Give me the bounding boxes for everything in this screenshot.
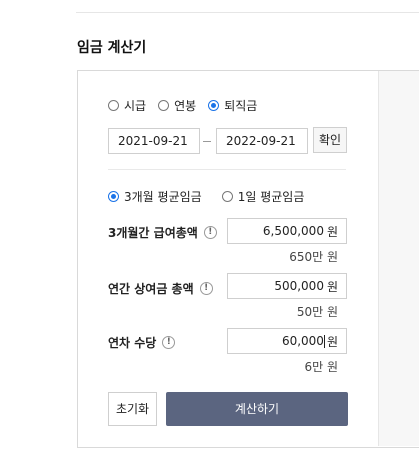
reset-button[interactable]: 초기화 [108,392,157,426]
page-title: 임금 계산기 [77,40,147,56]
calculate-button[interactable]: 계산하기 [166,392,348,426]
input-value: 60,000 [281,334,324,348]
currency-unit: 원 [326,224,338,239]
annual-bonus-converted: 50만 원 [296,305,338,319]
average-wage-radio-group: 3개월 평균임금 1일 평균임금 [108,188,316,205]
annual-bonus-label: 연간 상여금 총액 ! [108,280,213,297]
info-icon[interactable]: ! [162,336,176,349]
period-radio-group: 시급 연봉 퇴직금 [108,97,269,114]
date-range-separator [203,141,211,142]
field-label-text: 연차 수당 [108,336,157,350]
info-icon[interactable]: ! [203,226,217,239]
radio-button-selected[interactable] [208,100,220,111]
confirm-button[interactable]: 확인 [313,127,347,153]
radio-label: 3개월 평균임금 [124,190,202,204]
section-divider [108,169,346,170]
radio-label: 퇴직금 [224,99,258,113]
annual-bonus-input[interactable]: 500,000 원 [227,273,347,299]
radio-label: 시급 [124,99,147,113]
info-icon[interactable]: ! [199,282,213,295]
radio-three-month-average[interactable]: 3개월 평균임금 [108,188,202,205]
total-salary-input[interactable]: 6,500,000 원 [227,218,347,244]
text-cursor [323,334,325,348]
top-divider [76,12,419,13]
start-date-input[interactable]: 2021-09-21 [108,128,200,154]
currency-unit: 원 [326,279,338,294]
side-panel [378,71,419,446]
input-value: 6,500,000 [262,224,324,238]
annual-leave-allowance-label: 연차 수당 ! [108,334,176,351]
currency-unit: 원 [326,334,338,349]
input-value: 500,000 [274,279,324,293]
annual-leave-allowance-input[interactable]: 60,000 원 [227,328,347,354]
annual-leave-allowance-converted: 6만 원 [304,360,338,374]
radio-daily-average[interactable]: 1일 평균임금 [221,188,305,205]
radio-annual-salary[interactable]: 연봉 [158,97,196,114]
radio-button-selected[interactable] [108,191,119,202]
radio-button[interactable] [221,191,233,202]
radio-button[interactable] [108,100,119,111]
total-salary-converted: 650만 원 [289,250,338,264]
total-salary-label: 3개월간 급여총액 ! [108,224,217,241]
radio-hourly[interactable]: 시급 [108,97,146,114]
radio-label: 연봉 [174,99,197,113]
radio-button[interactable] [158,100,170,111]
field-label-text: 연간 상여금 총액 [108,282,194,296]
radio-severance[interactable]: 퇴직금 [208,97,257,114]
end-date-input[interactable]: 2022-09-21 [216,128,308,154]
field-label-text: 3개월간 급여총액 [108,226,198,240]
radio-label: 1일 평균임금 [237,190,305,204]
